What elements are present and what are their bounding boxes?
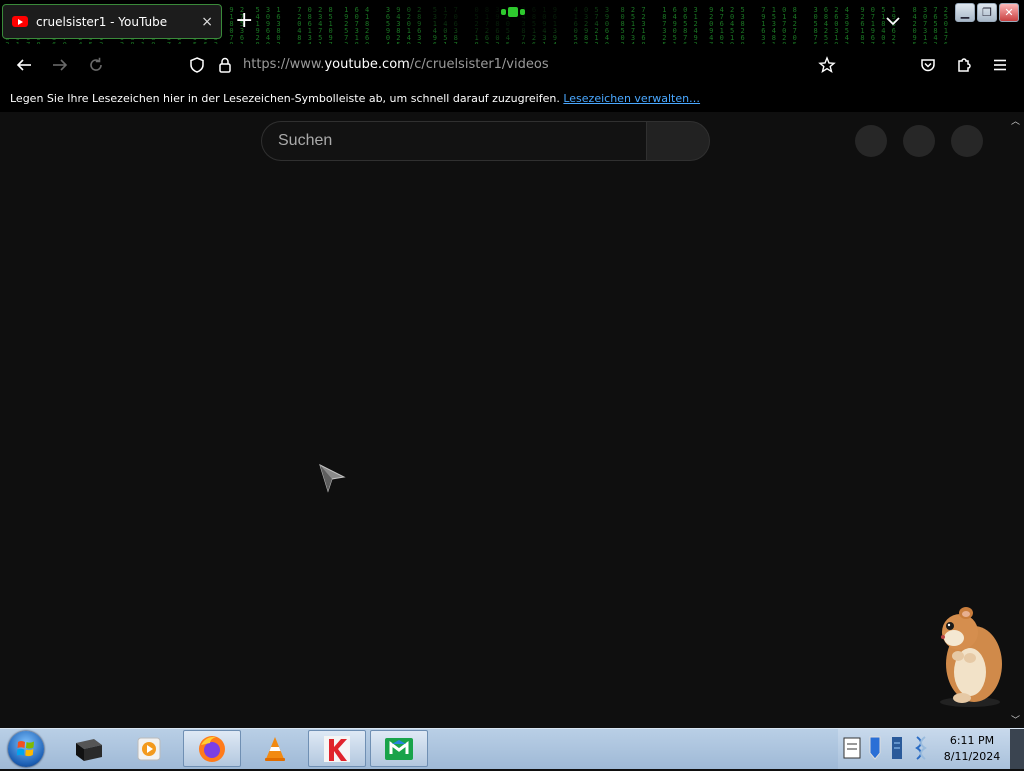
vlc-icon [265,736,285,761]
theme-emblem [498,7,528,17]
window-controls: ▁ ❐ ✕ [955,3,1019,22]
scroll-down-icon[interactable]: ﹀ [1011,713,1020,726]
url-domain: youtube.com [324,57,410,72]
bookmarks-toolbar: Legen Sie Ihre Lesezeichen hier in der L… [0,86,1024,112]
puzzle-icon [958,58,971,72]
url-bar[interactable]: https://www.youtube.com/c/cruelsister1/v… [243,57,549,72]
terminal-icon [76,738,102,761]
header-placeholder-button-2[interactable] [903,125,935,157]
site-security-lock[interactable] [215,55,235,75]
youtube-page [0,112,1024,728]
star-icon [818,56,836,74]
taskbar-terminal[interactable] [60,730,118,767]
malwarebytes-icon [385,737,413,760]
taskbar-clock[interactable]: 6:11 PM 8/11/2024 [934,733,1010,765]
security-shield-tray-icon[interactable] [868,735,882,761]
arrow-left-icon [16,59,31,71]
taskbar-kaspersky[interactable] [308,730,366,767]
mouse-pointer-icon [319,464,346,493]
media-player-icon [137,737,161,760]
action-center-icon[interactable] [842,734,862,762]
pocket-icon [921,59,935,72]
search-placeholder: Suchen [278,132,333,149]
back-button[interactable] [14,55,34,75]
scroll-up-icon[interactable]: ︿ [1011,114,1020,127]
forward-button[interactable] [50,55,70,75]
pocket-button[interactable] [918,55,938,75]
taskbar-media-player[interactable] [120,730,178,767]
shield-icon [190,57,204,73]
youtube-search-input[interactable]: Suchen [261,121,647,161]
manage-bookmarks-link[interactable]: Lesezeichen verwalten… [563,92,700,105]
network-tray-icon[interactable] [890,735,904,761]
hamster-desktop-pet-icon [940,607,1002,707]
taskbar-firefox[interactable] [183,730,241,767]
lock-icon [219,57,231,73]
tab-strip: 9 3 1 0 2 4 7 1 5 8 2 0 3 6 1 4 8 0 9 2 … [0,0,1024,44]
reload-button[interactable] [86,55,106,75]
reload-icon [90,57,102,71]
list-all-tabs-chevron-down-icon[interactable] [884,12,902,30]
page-scrollbar[interactable]: ︿ ﹀ [1008,112,1024,728]
bookmark-star-button[interactable] [817,55,837,75]
youtube-favicon-icon [12,16,28,27]
firefox-icon [199,735,225,762]
extensions-button[interactable] [954,55,974,75]
taskbar-malwarebytes[interactable] [370,730,428,767]
windows-logo-icon [16,741,34,757]
dna-tray-icon[interactable] [914,735,928,761]
youtube-search-button[interactable] [646,121,710,161]
url-path: /c/cruelsister1/videos [409,57,549,72]
taskbar-vlc[interactable] [246,730,304,767]
tab-close-icon[interactable]: × [201,14,213,30]
clock-date: 8/11/2024 [943,750,1001,763]
menu-button[interactable] [990,55,1010,75]
header-placeholder-avatar[interactable] [951,125,983,157]
bookmarks-hint-text: Legen Sie Ihre Lesezeichen hier in der L… [10,92,560,105]
tracking-protection-shield[interactable] [187,55,207,75]
clock-time: 6:11 PM [949,734,995,747]
arrow-right-icon [53,59,68,71]
tab-title: cruelsister1 - YouTube [36,14,168,29]
windows-taskbar: 6:11 PM 8/11/2024 [0,728,1024,769]
new-tab-button[interactable]: + [235,10,253,32]
tab-youtube[interactable]: cruelsister1 - YouTube × [2,4,222,39]
hamburger-menu-icon [994,59,1006,71]
restore-button[interactable]: ❐ [977,3,997,22]
navigation-bar: https://www.youtube.com/c/cruelsister1/v… [0,44,1024,86]
kaspersky-icon [324,735,350,762]
minimize-button[interactable]: ▁ [955,3,975,22]
close-window-button[interactable]: ✕ [999,3,1019,22]
start-button[interactable] [8,731,44,767]
show-desktop-button[interactable] [1010,729,1024,769]
header-placeholder-button-1[interactable] [855,125,887,157]
url-prefix: https://www. [243,57,325,72]
